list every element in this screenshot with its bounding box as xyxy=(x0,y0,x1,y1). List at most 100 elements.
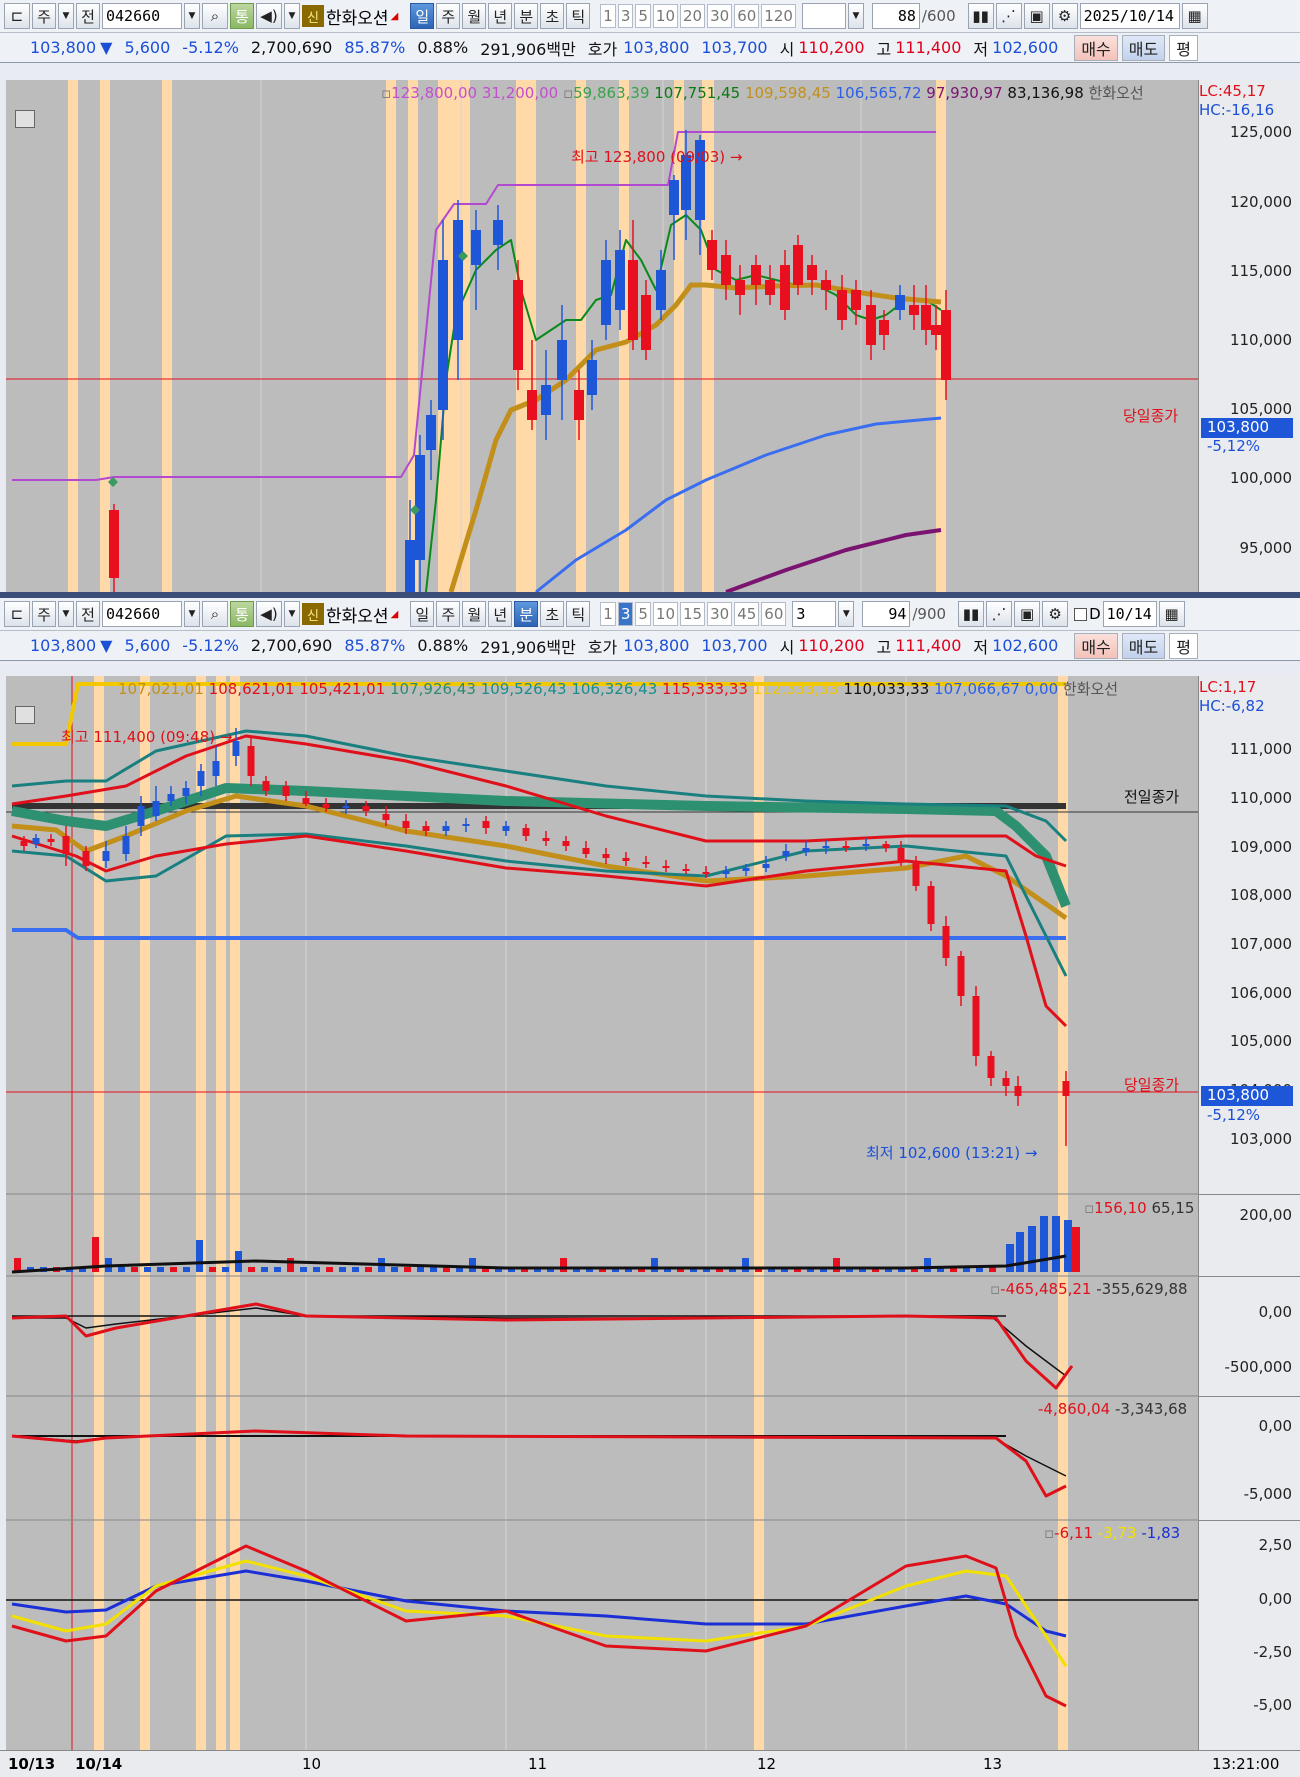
axis-tick: -5,000 xyxy=(1243,1485,1292,1503)
legend-value: 108,621,01 xyxy=(208,680,295,698)
gear-icon[interactable]: ⚙ xyxy=(1042,601,1069,627)
interval-30[interactable]: 30 xyxy=(707,602,733,626)
period-month-tab[interactable]: 월 xyxy=(462,3,487,29)
interval-10[interactable]: 10 xyxy=(652,602,678,626)
axis-tick: -500,000 xyxy=(1224,1358,1292,1376)
search-icon[interactable]: ⌕ xyxy=(202,601,228,627)
chevron-down-icon[interactable]: ▼ xyxy=(184,601,200,627)
period-day-tab[interactable]: 일 xyxy=(410,3,435,29)
period-tick-tab[interactable]: 틱 xyxy=(566,601,591,627)
period-minute-tab[interactable]: 분 xyxy=(514,601,539,627)
chevron-down-icon[interactable]: ▼ xyxy=(847,3,864,29)
interval-1[interactable]: 1 xyxy=(600,602,616,626)
interval-120[interactable]: 120 xyxy=(761,4,796,28)
period-day-tab[interactable]: 일 xyxy=(410,601,435,627)
speaker-icon[interactable]: ◀) xyxy=(256,601,282,627)
mid-mode-button[interactable]: 전 xyxy=(76,601,100,627)
eval-button[interactable]: 평 xyxy=(1169,632,1198,659)
axis-tick: 200,00 xyxy=(1239,1206,1293,1224)
chevron-down-icon[interactable]: ▼ xyxy=(58,601,74,627)
interval-60[interactable]: 60 xyxy=(734,4,760,28)
chevron-down-icon[interactable]: ▼ xyxy=(284,3,300,29)
mid-code-input[interactable]: 042660 xyxy=(102,601,182,627)
period-month-tab[interactable]: 월 xyxy=(462,601,487,627)
count-input[interactable]: 88 xyxy=(871,3,920,29)
period-second-tab[interactable]: 초 xyxy=(540,601,565,627)
count-input[interactable]: 94 xyxy=(862,601,911,627)
grid-icon[interactable] xyxy=(15,706,35,724)
buy-button[interactable]: 매수 xyxy=(1074,34,1118,61)
period-tick-tab[interactable]: 틱 xyxy=(566,3,591,29)
interval-45[interactable]: 45 xyxy=(734,602,760,626)
chevron-down-icon[interactable]: ▼ xyxy=(58,3,74,29)
interval-15[interactable]: 15 xyxy=(680,602,706,626)
minute-candle xyxy=(722,871,730,874)
candle-type-icon[interactable]: ▮▮ xyxy=(958,601,985,627)
period-minute-tab[interactable]: 분 xyxy=(514,3,539,29)
period-second-tab[interactable]: 초 xyxy=(540,3,565,29)
tong-button[interactable]: 통 xyxy=(230,601,254,627)
daily-chart-panel[interactable]: ▫123,800,00 31,200,00 ▫59,863,39 107,751… xyxy=(6,80,1199,592)
interval-custom-input[interactable]: 3 xyxy=(792,601,837,627)
candle-type-icon[interactable]: ▮▮ xyxy=(967,3,994,29)
date-input[interactable]: 10/14 xyxy=(1102,601,1157,627)
interval-20[interactable]: 20 xyxy=(680,4,706,28)
period-year-tab[interactable]: 년 xyxy=(488,3,513,29)
stock-name[interactable]: 신 한화오션 ◢ xyxy=(302,602,398,627)
period-week-tab[interactable]: 주 xyxy=(436,3,461,29)
save-icon[interactable]: ▣ xyxy=(1023,3,1050,29)
tong-button[interactable]: 통 xyxy=(230,3,254,29)
interval-5[interactable]: 5 xyxy=(635,602,651,626)
indicator-icon[interactable]: ⋰ xyxy=(986,601,1013,627)
interval-30[interactable]: 30 xyxy=(707,4,733,28)
date-input[interactable]: 2025/10/14 xyxy=(1079,3,1180,29)
minute-candle xyxy=(682,869,690,871)
indicator-icon[interactable]: ⋰ xyxy=(995,3,1022,29)
save-icon[interactable]: ▣ xyxy=(1014,601,1041,627)
open: 110,200 xyxy=(798,38,865,57)
mid-type-select[interactable]: 주 xyxy=(32,601,56,627)
d-checkbox[interactable] xyxy=(1074,607,1088,621)
daily-candle xyxy=(669,180,679,215)
eval-button[interactable]: 평 xyxy=(1169,34,1198,61)
interval-10[interactable]: 10 xyxy=(652,4,678,28)
calendar-icon[interactable]: ▦ xyxy=(1181,3,1208,29)
stock-name[interactable]: 신 한화오션 ◢ xyxy=(302,4,398,29)
quote-label: 호가 xyxy=(587,637,618,657)
speaker-icon[interactable]: ◀) xyxy=(256,3,282,29)
chevron-down-icon[interactable]: ▼ xyxy=(184,3,200,29)
minute-chart-panel[interactable]: 107,021,01 108,621,01 105,421,01 107,926… xyxy=(6,676,1199,1750)
minute-candle xyxy=(522,828,530,836)
grid-icon[interactable] xyxy=(15,110,35,128)
layout-icon[interactable]: ⊏ xyxy=(4,3,30,29)
interval-3[interactable]: 3 xyxy=(617,602,634,626)
minute-candle xyxy=(502,826,510,831)
interval-custom-input[interactable] xyxy=(801,3,846,29)
period-week-tab[interactable]: 주 xyxy=(436,601,461,627)
axis-tick: 107,000 xyxy=(1229,935,1292,953)
minute-candle xyxy=(1062,1081,1070,1096)
sell-button[interactable]: 매도 xyxy=(1121,632,1166,659)
interval-1[interactable]: 1 xyxy=(600,4,616,28)
volume-bar xyxy=(560,1258,567,1272)
calendar-icon[interactable]: ▦ xyxy=(1158,601,1185,627)
top-mode-button[interactable]: 전 xyxy=(76,3,100,29)
buy-button[interactable]: 매수 xyxy=(1074,632,1118,659)
top-code-input[interactable]: 042660 xyxy=(102,3,182,29)
sell-button[interactable]: 매도 xyxy=(1121,34,1166,61)
top-type-select[interactable]: 주 xyxy=(32,3,56,29)
chevron-down-icon[interactable]: ▼ xyxy=(284,601,300,627)
axis-tick: 109,000 xyxy=(1229,838,1292,856)
gear-icon[interactable]: ⚙ xyxy=(1051,3,1078,29)
legend-value: 110,033,33 xyxy=(843,680,930,698)
layout-icon[interactable]: ⊏ xyxy=(4,601,30,627)
corner-marker-icon: ◢ xyxy=(390,608,399,620)
chevron-down-icon[interactable]: ▼ xyxy=(838,601,855,627)
price: 103,800 xyxy=(30,636,97,655)
interval-5[interactable]: 5 xyxy=(635,4,651,28)
period-year-tab[interactable]: 년 xyxy=(488,601,513,627)
interval-60[interactable]: 60 xyxy=(761,602,787,626)
search-icon[interactable]: ⌕ xyxy=(202,3,228,29)
axis-tick: 103,000 xyxy=(1229,1130,1292,1148)
interval-3[interactable]: 3 xyxy=(617,4,634,28)
